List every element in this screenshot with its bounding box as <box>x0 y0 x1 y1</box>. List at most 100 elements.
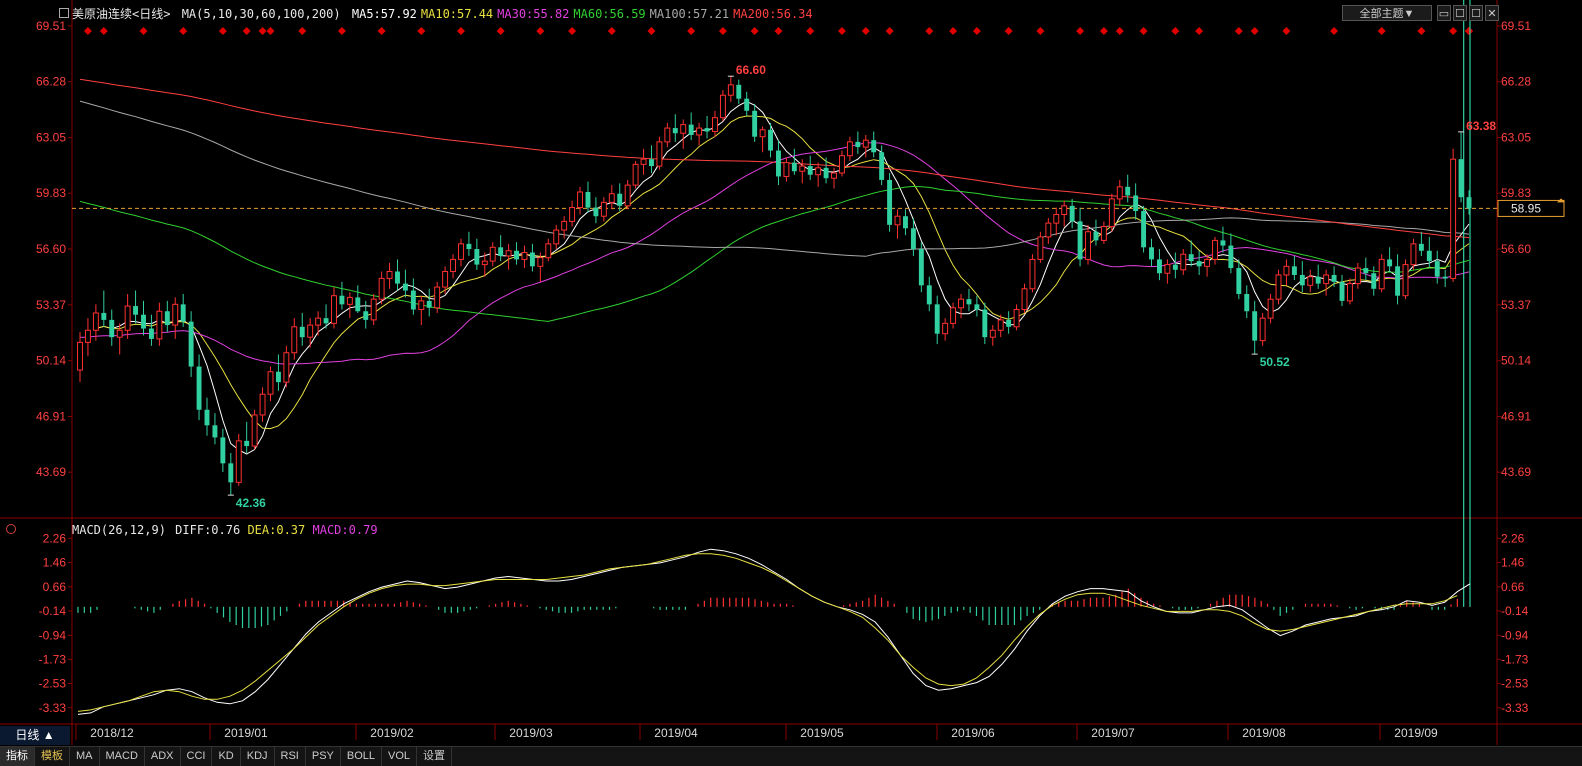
tab-9[interactable]: PSY <box>306 747 341 766</box>
candle-body <box>77 341 83 371</box>
candle-body <box>894 215 901 226</box>
tab-10[interactable]: BOLL <box>341 747 383 766</box>
tab-11[interactable]: VOL <box>382 747 418 766</box>
candle-body <box>736 84 742 99</box>
tab-1[interactable]: 模板 <box>35 747 70 766</box>
tab-4[interactable]: ADX <box>145 747 181 766</box>
candle-body <box>370 298 377 321</box>
candle-body <box>1418 243 1424 251</box>
candle-body <box>101 312 107 320</box>
candle-body <box>942 322 949 335</box>
candle-body <box>418 300 425 311</box>
candle-body <box>719 94 726 119</box>
candle-body <box>109 319 115 338</box>
candle-body <box>489 246 496 262</box>
tab-6[interactable]: KD <box>212 747 241 766</box>
macd-value-label: MACD:0.79 <box>312 523 378 537</box>
annotation-high: 66.60 <box>736 63 766 77</box>
candle-body <box>585 192 591 208</box>
cycle-selector[interactable]: 日线 ▲ <box>0 726 70 745</box>
macd-settings-icon[interactable] <box>6 524 16 534</box>
candle-body <box>1006 319 1012 327</box>
price-axis-label-right: 66.28 <box>1501 75 1531 89</box>
candle-body <box>323 318 329 324</box>
price-axis-label-right: 43.69 <box>1501 465 1531 479</box>
candle-body <box>133 306 139 315</box>
candle-body <box>498 247 504 256</box>
date-axis-label: 2019/02 <box>370 726 414 740</box>
window-restore-button[interactable]: ☐ <box>1453 5 1467 21</box>
candle-body <box>212 425 218 438</box>
candle-body <box>1267 298 1274 319</box>
candle-body <box>545 243 552 259</box>
candle-body <box>156 310 163 340</box>
macd-axis-label-right: 2.26 <box>1501 531 1525 545</box>
theme-selector-button[interactable]: 全部主题▼ <box>1342 5 1432 21</box>
candle-body <box>220 437 226 464</box>
price-axis-label-right: 46.91 <box>1501 410 1531 424</box>
candle-body <box>1378 258 1385 290</box>
tab-5[interactable]: CCI <box>181 747 213 766</box>
window-max-button[interactable]: ☐ <box>1469 5 1483 21</box>
candle-body <box>768 129 773 151</box>
candle-body <box>855 141 861 148</box>
tab-3[interactable]: MACD <box>100 747 145 766</box>
price-axis-label-right: 59.83 <box>1501 186 1531 200</box>
tab-12[interactable]: 设置 <box>417 747 453 766</box>
candle-body <box>1371 273 1377 289</box>
candle-body <box>410 290 416 310</box>
candle-body <box>815 167 822 176</box>
candle-body <box>950 307 957 324</box>
dea-label: DEA:0.37 <box>247 523 306 537</box>
candle-body <box>1077 221 1083 260</box>
candle-body <box>1291 266 1297 275</box>
candle-body <box>402 283 408 291</box>
candle-body <box>600 201 607 217</box>
ma-value-ma10: MA10:57.44 <box>420 7 494 21</box>
candle-body <box>251 414 258 447</box>
candle-body <box>259 393 266 416</box>
candle-body <box>1442 276 1448 279</box>
candle-body <box>1434 261 1440 277</box>
candle-body <box>1108 198 1115 228</box>
candle-body <box>1053 213 1060 224</box>
candle-body <box>395 271 400 284</box>
candle-body <box>141 314 146 329</box>
price-chart[interactable]: 58.95 69.51 69.51 66.28 66.28 63.05 63.05 59.8… <box>0 0 1582 765</box>
candle-body <box>244 440 250 447</box>
candle-body <box>1323 274 1330 285</box>
macd-axis-label-right: -3.33 <box>1501 701 1529 715</box>
candle-body <box>1029 258 1036 290</box>
candle-body <box>871 140 877 153</box>
macd-axis-label-right: -0.14 <box>1501 604 1529 618</box>
candle-body <box>1045 222 1052 238</box>
candle-body <box>529 252 535 267</box>
candle-body <box>846 141 853 157</box>
candle-body <box>1426 250 1432 262</box>
candle-body <box>649 159 654 167</box>
candle-body <box>537 257 544 267</box>
candle-body <box>1069 205 1075 222</box>
tab-0[interactable]: 指标 <box>0 747 35 766</box>
candle-body <box>1013 309 1020 328</box>
candle-body <box>458 243 464 260</box>
tab-2[interactable]: MA <box>70 747 100 766</box>
candle-body <box>275 371 281 383</box>
macd-axis-label-left: -0.94 <box>39 628 67 642</box>
candle-body <box>1283 265 1290 276</box>
settings-icon[interactable] <box>59 8 69 18</box>
candle-body <box>989 329 996 338</box>
window-min-button[interactable]: ▭ <box>1437 5 1451 21</box>
candle-body <box>378 277 385 300</box>
tab-7[interactable]: KDJ <box>241 747 275 766</box>
macd-axis-label-left: 2.26 <box>43 531 67 545</box>
window-close-button[interactable]: ✕ <box>1485 5 1499 21</box>
price-axis-label-left: 69.51 <box>36 19 66 33</box>
tab-8[interactable]: RSI <box>275 747 306 766</box>
date-axis-label: 2018/12 <box>90 726 134 740</box>
candle-body <box>1259 317 1266 342</box>
candle-body <box>514 250 520 260</box>
macd-axis-label-left: -0.14 <box>39 604 67 618</box>
candle-body <box>903 216 908 229</box>
candle-body <box>283 352 290 383</box>
